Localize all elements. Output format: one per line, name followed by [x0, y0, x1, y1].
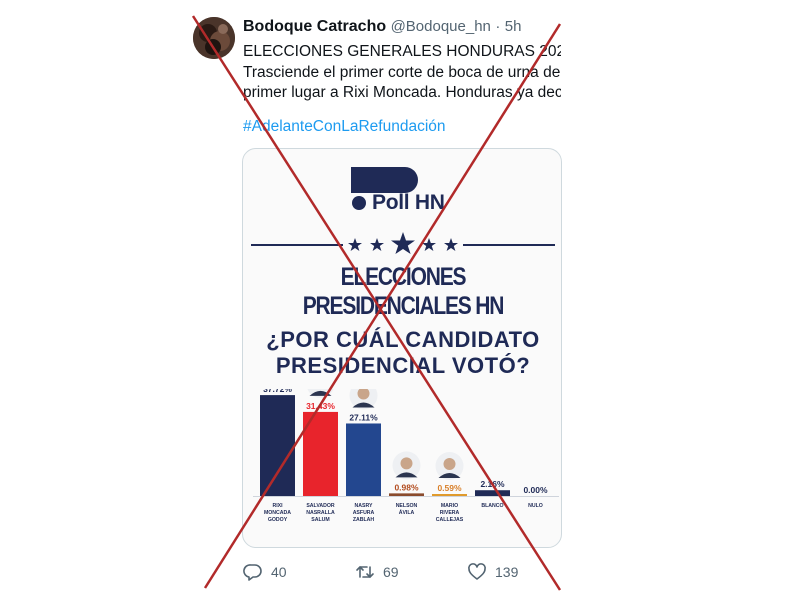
heart-icon: [468, 563, 486, 580]
chart-category-label: ASFURA: [353, 510, 375, 516]
tweet-text: ELECCIONES GENERALES HONDURAS 2025 Trasc…: [243, 42, 561, 104]
poll-hn-logo: Poll HN: [352, 191, 492, 217]
author-handle[interactable]: @Bodoque_hn: [391, 18, 491, 35]
chart-value-label: 0.00%: [523, 485, 548, 495]
chart-value-label: 0.59%: [437, 483, 462, 493]
candidate-face: [400, 457, 413, 470]
tweet-text-line: primer lugar a Rixi Moncada. Honduras ya…: [243, 84, 561, 101]
tweet-actions: 40 69 139: [243, 562, 563, 586]
tweet-text-line: Trasciende el primer corte de boca de ur…: [243, 63, 561, 81]
chart-category-label: GODOY: [268, 517, 288, 523]
chart-category-label: SALVADOR: [306, 503, 335, 509]
chart-bar: [389, 493, 424, 496]
chart-bar: [432, 494, 467, 496]
author-name[interactable]: Bodoque Catracho: [243, 18, 386, 35]
tweet-text-line: ELECCIONES GENERALES HONDURAS 2025: [243, 43, 561, 60]
divider-left: [251, 244, 343, 246]
avatar[interactable]: [193, 17, 235, 59]
timestamp[interactable]: 5h: [505, 18, 522, 35]
chart-category-label: RIXI: [272, 503, 283, 509]
chart-category-label: MARIO: [441, 503, 458, 509]
reply-button[interactable]: 40: [243, 562, 287, 582]
chart-category-label: RIVERA: [440, 510, 460, 516]
like-button[interactable]: 139: [467, 562, 518, 582]
separator-dot: ·: [495, 18, 501, 35]
poster-question-line2: PRESIDENCIAL VOTÓ?: [275, 353, 531, 378]
chart-value-label: 27.11%: [349, 412, 378, 422]
stars-icon: [348, 232, 458, 254]
chart-bar: [260, 395, 295, 496]
chart-value-label: 0.98%: [394, 482, 419, 492]
retweet-button[interactable]: 69: [355, 562, 399, 582]
chart-category-label: ÁVILA: [399, 509, 415, 516]
poster-question-line1: ¿POR CUÁL CANDIDATO: [266, 327, 540, 352]
tweet[interactable]: Bodoque Catracho @Bodoque_hn · 5h ELECCI…: [0, 0, 800, 600]
retweet-icon: [356, 566, 374, 578]
chart-value-label: 2.16%: [480, 479, 505, 489]
logo-dot-icon: [352, 196, 366, 210]
chart-bar: [475, 490, 510, 496]
chart-value-label: 37.72%: [263, 389, 292, 394]
media-image[interactable]: Poll HN ELECCIONES PRESIDENCIALES HN ¿PO…: [242, 148, 562, 548]
reply-icon: [243, 564, 262, 581]
chart-category-label: MONCADA: [264, 510, 291, 516]
retweet-count: 69: [383, 564, 399, 580]
brand-name: Poll HN: [372, 191, 445, 214]
chart-category-label: NULO: [528, 503, 543, 509]
chart-category-label: CALLEJAS: [436, 517, 464, 523]
chart-category-label: NELSON: [396, 503, 418, 509]
tweet-header: Bodoque Catracho @Bodoque_hn · 5h: [243, 18, 521, 36]
chart-category-label: BLANCO: [481, 503, 503, 509]
chart-category-label: ZABLAH: [353, 517, 375, 523]
chart-category-label: SALUM: [311, 517, 329, 523]
bar-chart: 37.72%RIXIMONCADAGODOY31.43%SALVADORNASR…: [253, 389, 559, 523]
poster-headline: ELECCIONES PRESIDENCIALES HN: [302, 263, 505, 320]
chart-value-label: 31.43%: [306, 401, 335, 411]
divider-right: [463, 244, 555, 246]
candidate-face: [443, 458, 456, 470]
chart-category-label: NASRY: [355, 503, 374, 509]
chart-bar: [303, 411, 338, 496]
like-count: 139: [495, 564, 519, 580]
reply-count: 40: [271, 564, 287, 580]
avatar-image: [193, 17, 235, 59]
hashtag-link[interactable]: #AdelanteConLaRefundación: [243, 118, 446, 136]
chart-category-label: NASRALLA: [306, 510, 335, 516]
chart-bar: [346, 423, 381, 496]
